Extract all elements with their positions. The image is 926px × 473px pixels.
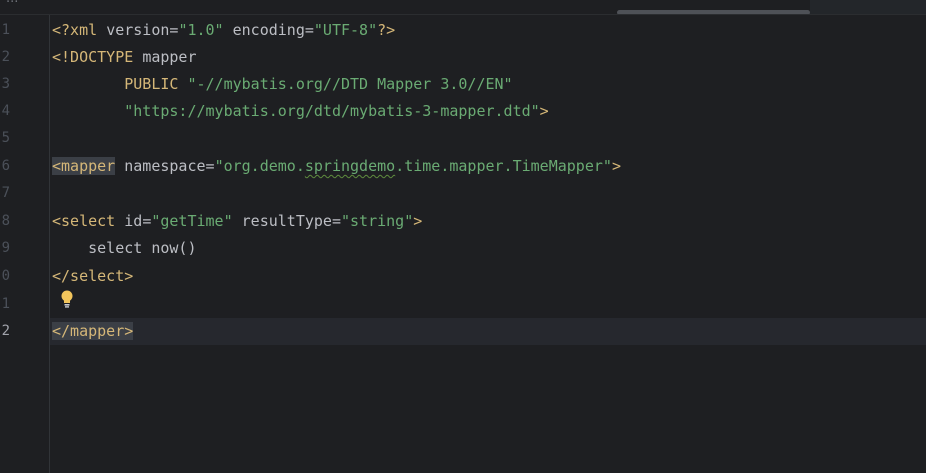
code-line-3[interactable]: PUBLIC "-//mybatis.org//DTD Mapper 3.0//… [52, 71, 512, 98]
line-number: 1 [1, 22, 10, 38]
typo-warning[interactable]: springdemo [305, 157, 395, 175]
code-line-8[interactable]: <select id="getTime" resultType="string"… [52, 208, 422, 235]
matched-tag-highlight: </mapper> [52, 322, 134, 340]
line-number: 8 [1, 213, 10, 229]
code-line-1[interactable]: <?xml version="1.0" encoding="UTF-8"?> [52, 17, 395, 44]
code-editor[interactable]: <?xml version="1.0" encoding="UTF-8"?> <… [50, 15, 926, 473]
line-number-gutter[interactable]: 1 2 3 4 5 6 7 8 9 0 1 2 [0, 15, 50, 473]
line-number: 2 [1, 49, 10, 65]
matched-tag-highlight: <mapper [52, 157, 116, 175]
code-line-2[interactable]: <!DOCTYPE mapper [52, 44, 197, 71]
lightbulb-icon[interactable] [60, 290, 74, 308]
line-number: 9 [1, 240, 10, 256]
code-line-4[interactable]: "https://mybatis.org/dtd/mybatis-3-mappe… [52, 98, 548, 125]
tab-bar-right-panel [810, 0, 926, 14]
line-number: 4 [1, 103, 10, 119]
tab-bar-text: ... [6, 0, 18, 6]
line-number: 3 [1, 76, 10, 92]
line-number: 6 [1, 158, 10, 174]
line-number: 5 [1, 130, 10, 146]
line-number: 1 [1, 296, 10, 312]
line-number-current: 2 [1, 323, 10, 339]
code-line-6[interactable]: <mapper namespace="org.demo.springdemo.t… [52, 153, 621, 180]
line-number: 7 [1, 185, 10, 201]
code-line-12[interactable]: </mapper> [52, 318, 134, 345]
code-line-10[interactable]: </select> [52, 263, 133, 290]
current-line-highlight [50, 318, 926, 345]
line-number: 0 [1, 268, 10, 284]
editor-tab-bar: ... [0, 0, 926, 15]
code-line-9[interactable]: select now() [52, 235, 196, 262]
